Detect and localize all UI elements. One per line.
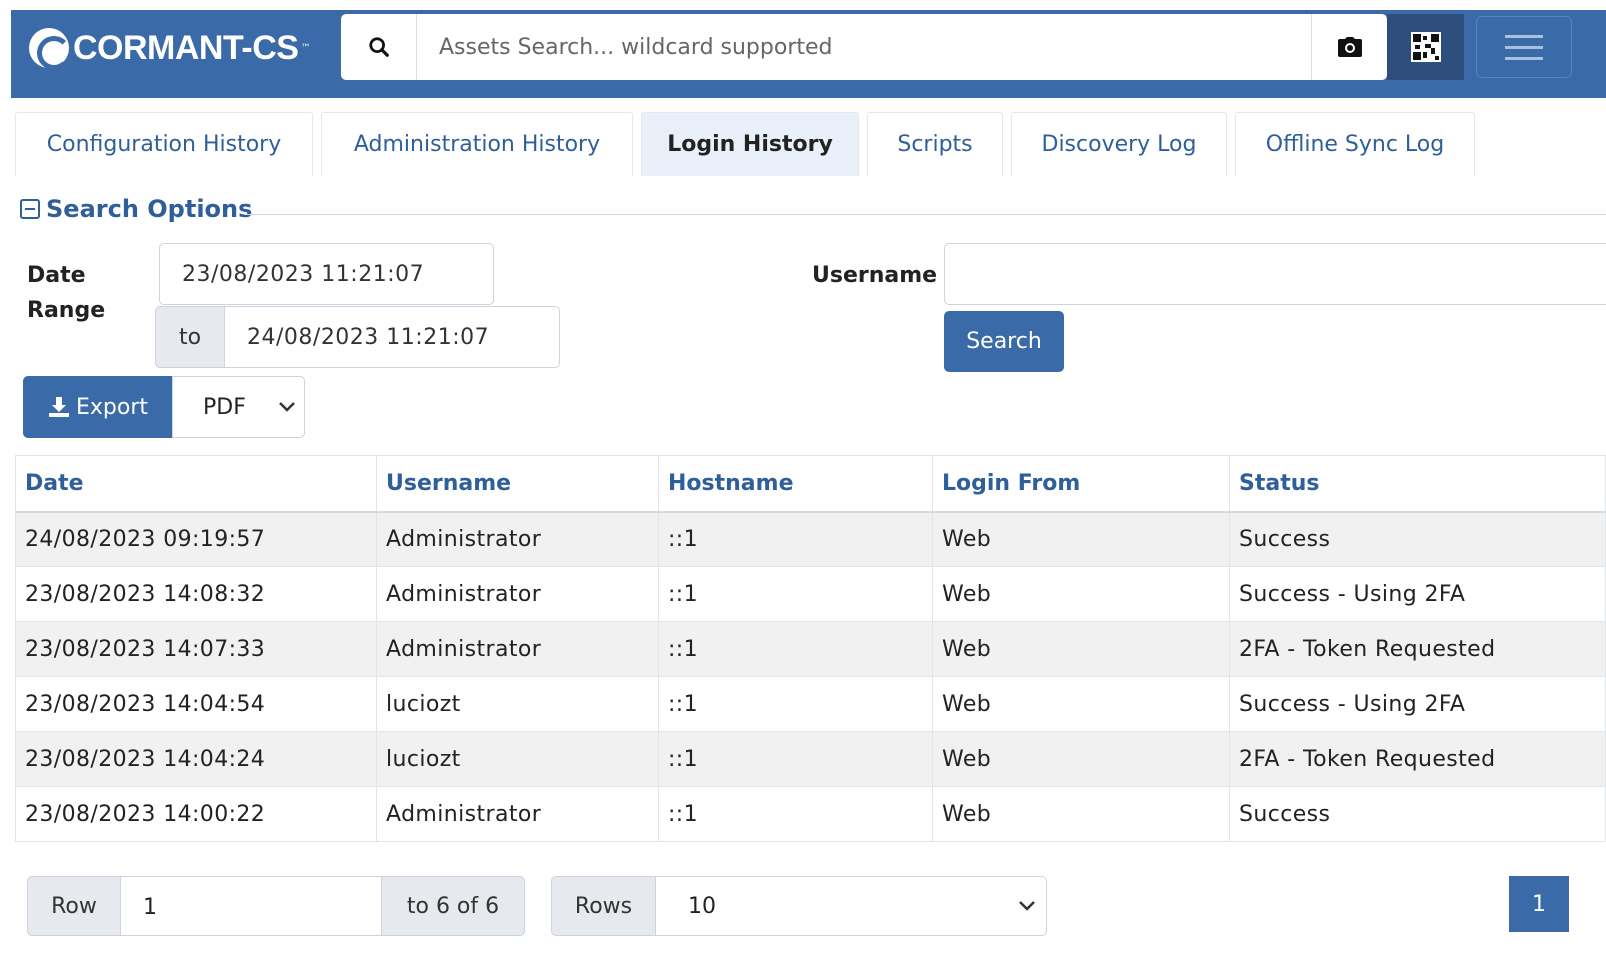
logo-text: CORMANT-CS (73, 28, 299, 67)
search-icon (368, 37, 389, 57)
rows-per-page-value: 10 (688, 893, 716, 919)
tab-configuration-history[interactable]: Configuration History (15, 112, 313, 176)
download-icon (48, 397, 69, 417)
rows-label: Rows (551, 876, 656, 936)
tab-offline-sync-log[interactable]: Offline Sync Log (1235, 112, 1475, 176)
date-from-input[interactable]: 23/08/2023 11:21:07 (159, 243, 494, 305)
username-label: Username (812, 263, 938, 288)
logo[interactable]: CORMANT-CS ™ (29, 28, 311, 70)
tab-login-history[interactable]: Login History (641, 112, 859, 176)
cell-hostname: ::1 (658, 621, 933, 677)
cell-hostname: ::1 (658, 676, 933, 732)
tab-scripts[interactable]: Scripts (867, 112, 1003, 176)
collapse-icon (20, 199, 40, 219)
cell-date: 24/08/2023 09:19:57 (15, 511, 377, 567)
date-range-label: Date (27, 263, 86, 288)
history-tabs: Configuration History Administration His… (15, 112, 1483, 178)
cell-date: 23/08/2023 14:00:22 (15, 786, 377, 842)
cell-status: 2FA - Token Requested (1229, 621, 1606, 677)
cell-date: 23/08/2023 14:07:33 (15, 621, 377, 677)
column-header-login-from[interactable]: Login From (932, 455, 1230, 513)
cell-login-from: Web (932, 731, 1230, 787)
cell-hostname: ::1 (658, 566, 933, 622)
export-format-value: PDF (203, 394, 246, 420)
cell-date: 23/08/2023 14:08:32 (15, 566, 377, 622)
date-range-label-line2: Range (27, 298, 106, 323)
cell-login-from: Web (932, 566, 1230, 622)
barcode-scan-button[interactable] (1387, 14, 1464, 80)
username-input[interactable] (944, 243, 1606, 305)
cell-username: luciozt (376, 731, 659, 787)
cell-username: Administrator (376, 621, 659, 677)
cell-username: Administrator (376, 566, 659, 622)
chevron-down-icon (1019, 901, 1035, 911)
cell-date: 23/08/2023 14:04:24 (15, 731, 377, 787)
rows-per-page-select[interactable]: 10 (655, 876, 1047, 936)
cell-status: Success - Using 2FA (1229, 566, 1606, 622)
cell-login-from: Web (932, 621, 1230, 677)
cell-status: 2FA - Token Requested (1229, 731, 1606, 787)
search-button[interactable] (341, 14, 417, 80)
column-header-date[interactable]: Date (15, 455, 377, 513)
asset-search-bar (341, 14, 1387, 80)
camera-icon (1337, 37, 1362, 57)
table-header-row: Date Username Hostname Login From Status (15, 455, 1606, 513)
table-row[interactable]: 24/08/2023 09:19:57 Administrator ::1 We… (15, 511, 1606, 567)
cell-login-from: Web (932, 786, 1230, 842)
row-start-input[interactable]: 1 (120, 876, 382, 936)
cell-username: Administrator (376, 511, 659, 567)
date-to-input[interactable]: 24/08/2023 11:21:07 (224, 306, 560, 368)
top-navbar: CORMANT-CS ™ (11, 10, 1606, 98)
camera-scan-button[interactable] (1311, 14, 1387, 80)
cell-login-from: Web (932, 676, 1230, 732)
hamburger-icon-bar (1505, 56, 1543, 60)
tab-administration-history[interactable]: Administration History (321, 112, 633, 176)
export-button[interactable]: Export (23, 376, 173, 438)
chevron-down-icon (279, 402, 295, 412)
cell-status: Success (1229, 786, 1606, 842)
cell-status: Success - Using 2FA (1229, 676, 1606, 732)
cell-hostname: ::1 (658, 731, 933, 787)
to-addon: to (155, 306, 225, 368)
column-header-hostname[interactable]: Hostname (658, 455, 933, 513)
cell-hostname: ::1 (658, 786, 933, 842)
login-history-table: Date Username Hostname Login From Status… (15, 455, 1606, 842)
table-row[interactable]: 23/08/2023 14:04:24 luciozt ::1 Web 2FA … (15, 731, 1606, 787)
table-row[interactable]: 23/08/2023 14:04:54 luciozt ::1 Web Succ… (15, 676, 1606, 732)
logo-trademark: ™ (300, 42, 311, 54)
page-button-current[interactable]: 1 (1509, 876, 1569, 932)
cell-login-from: Web (932, 511, 1230, 567)
hamburger-menu-button[interactable] (1476, 16, 1572, 78)
export-button-label: Export (75, 394, 148, 420)
table-row[interactable]: 23/08/2023 14:08:32 Administrator ::1 We… (15, 566, 1606, 622)
table-row[interactable]: 23/08/2023 14:00:22 Administrator ::1 We… (15, 786, 1606, 842)
search-options-toggle[interactable]: Search Options (20, 195, 252, 223)
row-range-text: to 6 of 6 (381, 876, 525, 936)
cell-hostname: ::1 (658, 511, 933, 567)
column-header-username[interactable]: Username (376, 455, 659, 513)
cell-username: luciozt (376, 676, 659, 732)
hamburger-icon-bar (1505, 45, 1543, 49)
tab-discovery-log[interactable]: Discovery Log (1011, 112, 1227, 176)
asset-search-input[interactable] (417, 14, 1311, 80)
row-label: Row (27, 876, 121, 936)
cell-status: Success (1229, 511, 1606, 567)
logo-icon (29, 28, 71, 70)
cell-username: Administrator (376, 786, 659, 842)
table-row[interactable]: 23/08/2023 14:07:33 Administrator ::1 We… (15, 621, 1606, 677)
search-options-title: Search Options (46, 195, 253, 223)
column-header-status[interactable]: Status (1229, 455, 1606, 513)
qr-code-icon (1410, 32, 1441, 62)
cell-date: 23/08/2023 14:04:54 (15, 676, 377, 732)
divider (244, 214, 1606, 215)
hamburger-icon-bar (1505, 34, 1543, 38)
export-format-select[interactable]: PDF (172, 376, 305, 438)
search-button[interactable]: Search (944, 311, 1064, 372)
